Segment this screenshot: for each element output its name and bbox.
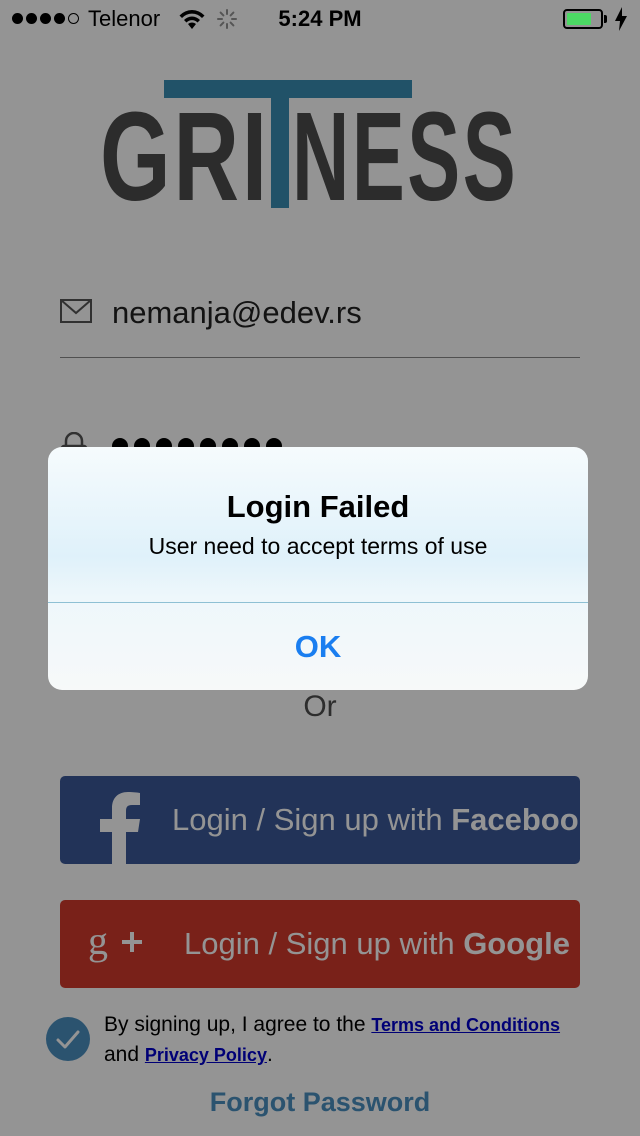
alert-message: User need to accept terms of use xyxy=(148,533,488,559)
battery-icon xyxy=(563,9,603,29)
login-screen: Telenor 5:24 PM GRI NESS nemanja@edev.rs… xyxy=(0,0,640,1136)
charging-bolt-icon xyxy=(615,7,627,31)
alert-ok-button[interactable]: OK xyxy=(48,603,588,690)
status-time: 5:24 PM xyxy=(278,6,362,31)
login-failed-alert: Login Failed User need to accept terms o… xyxy=(48,447,588,690)
status-bar: Telenor 5:24 PM xyxy=(0,0,640,40)
battery-level xyxy=(567,13,591,25)
battery-tip xyxy=(604,15,607,23)
alert-title: Login Failed xyxy=(226,489,410,524)
